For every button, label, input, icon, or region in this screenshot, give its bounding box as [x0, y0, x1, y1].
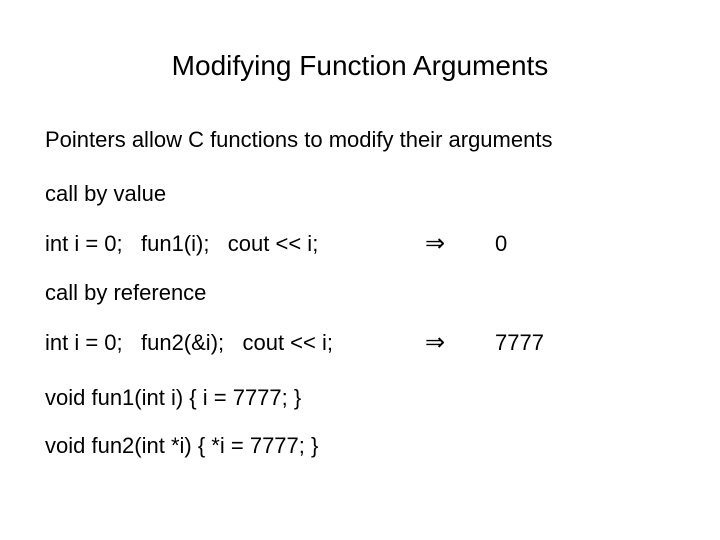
example2-row: int i = 0; fun2(&i); cout << i; ⇒ 7777 — [45, 328, 675, 357]
fun1-definition: void fun1(int i) { i = 7777; } — [45, 385, 675, 411]
call-by-reference-label: call by reference — [45, 280, 675, 306]
fun2-definition-text: void fun2(int *i) { *i = 7777; } — [45, 433, 318, 459]
slide: Modifying Function Arguments Pointers al… — [0, 0, 720, 540]
call-by-reference-label-text: call by reference — [45, 280, 206, 306]
example2-result: 7777 — [495, 330, 544, 356]
intro-text-content: Pointers allow C functions to modify the… — [45, 127, 552, 153]
call-by-value-label-text: call by value — [45, 181, 166, 207]
example2-code: int i = 0; fun2(&i); cout << i; — [45, 330, 395, 356]
fun1-definition-text: void fun1(int i) { i = 7777; } — [45, 385, 301, 411]
example1-code: int i = 0; fun1(i); cout << i; — [45, 231, 395, 257]
example1-row: int i = 0; fun1(i); cout << i; ⇒ 0 — [45, 229, 675, 258]
intro-text: Pointers allow C functions to modify the… — [45, 127, 675, 153]
example1-result: 0 — [495, 231, 507, 257]
arrow-icon: ⇒ — [395, 328, 475, 357]
call-by-value-label: call by value — [45, 181, 675, 207]
arrow-icon: ⇒ — [395, 229, 475, 258]
fun2-definition: void fun2(int *i) { *i = 7777; } — [45, 433, 675, 459]
slide-title: Modifying Function Arguments — [45, 50, 675, 82]
